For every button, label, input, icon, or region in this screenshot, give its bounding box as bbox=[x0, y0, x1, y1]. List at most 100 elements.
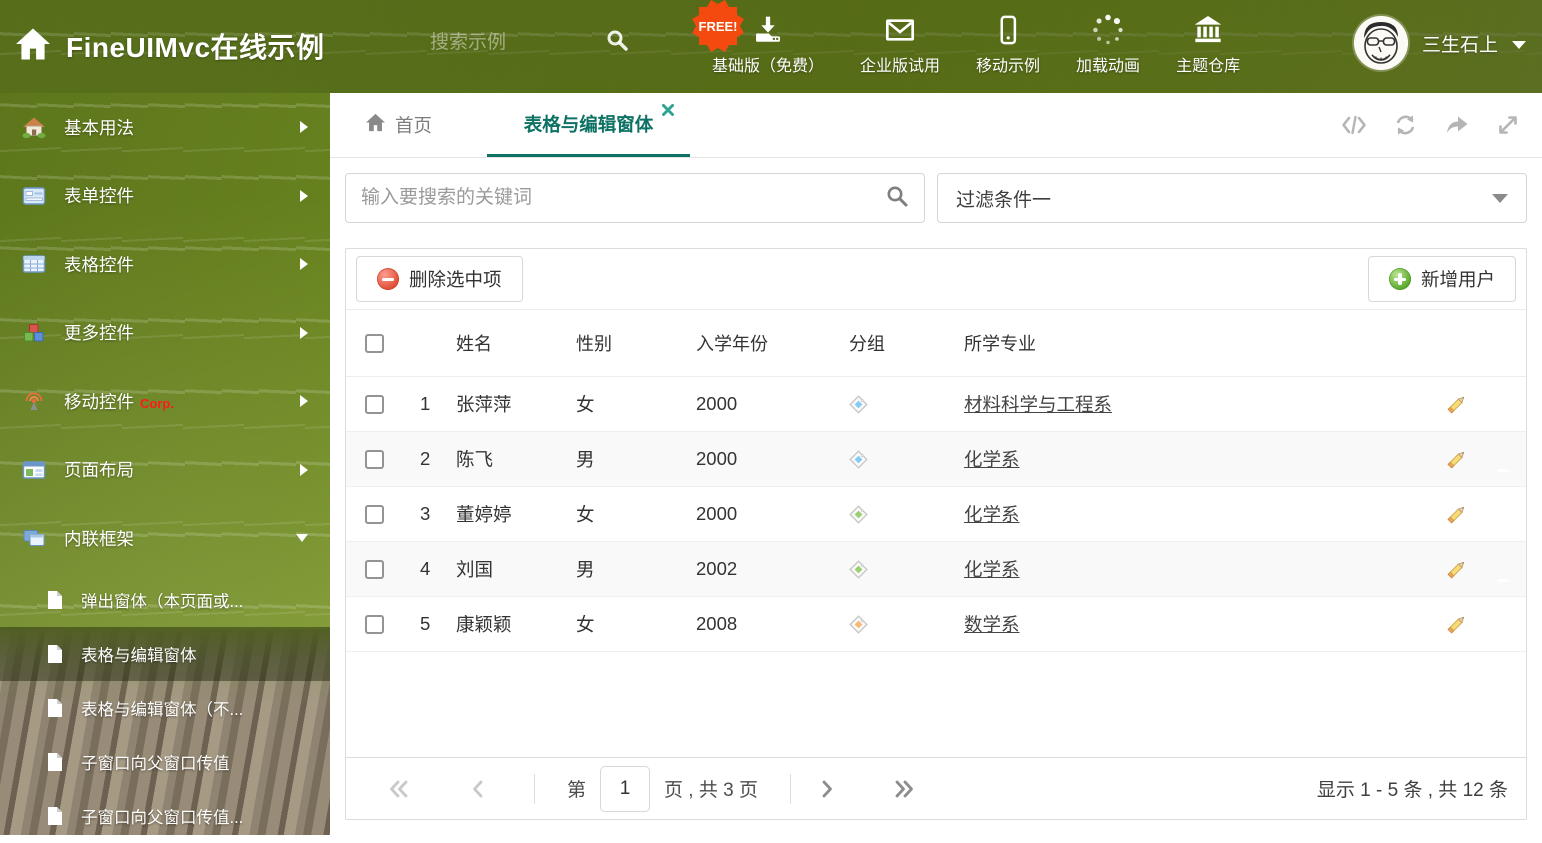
submenu-item-child-to-parent-2[interactable]: 子窗口向父窗口传值... bbox=[0, 789, 330, 843]
file-icon bbox=[45, 698, 65, 718]
file-icon bbox=[45, 644, 65, 664]
bank-icon bbox=[1191, 12, 1225, 46]
tag-icon bbox=[834, 559, 949, 579]
major-link[interactable]: 化学系 bbox=[964, 559, 1020, 580]
minus-circle-icon bbox=[377, 268, 399, 290]
major-link[interactable]: 数学系 bbox=[964, 614, 1020, 635]
edit-pencil-icon[interactable] bbox=[1445, 613, 1468, 636]
sidebar-item-form-controls[interactable]: 表单控件 bbox=[0, 162, 330, 231]
next-page-icon[interactable] bbox=[821, 779, 835, 799]
table-header: 姓名 性别 入学年份 分组 所学专业 bbox=[346, 309, 1526, 377]
frames-icon bbox=[22, 526, 46, 550]
row-checkbox[interactable] bbox=[364, 394, 384, 414]
sidebar-item-grid-controls[interactable]: 表格控件 bbox=[0, 230, 330, 299]
cell-name: 张萍萍 bbox=[456, 394, 512, 415]
mobile-icon bbox=[993, 12, 1023, 46]
nav-item-loading-animations[interactable]: 加载动画 bbox=[1076, 12, 1140, 76]
submenu-item-popup-window[interactable]: 弹出窗体（本页面或... bbox=[0, 573, 330, 627]
prev-page-icon[interactable] bbox=[470, 779, 484, 799]
row-checkbox[interactable] bbox=[364, 449, 384, 469]
keyword-search-box[interactable] bbox=[345, 173, 925, 223]
edit-pencil-icon[interactable] bbox=[1445, 448, 1468, 471]
first-page-icon[interactable] bbox=[388, 779, 410, 799]
open-new-window-icon[interactable] bbox=[1444, 113, 1470, 137]
table-row[interactable]: 1 张萍萍 女 2000 材料科学与工程系 bbox=[346, 377, 1526, 432]
filter-dropdown[interactable]: 过滤条件一 bbox=[937, 173, 1527, 223]
sidebar-submenu: 弹出窗体（本页面或... 表格与编辑窗体 表格与编辑窗体（不... 子窗口向父窗… bbox=[0, 573, 330, 843]
grid-panel: 删除选中项 新增用户 姓名 性别 入学年份 分组 所学专业 1 张萍萍 女 20… bbox=[345, 248, 1527, 820]
nav-item-theme-repository[interactable]: 主题仓库 bbox=[1176, 12, 1240, 76]
pagination-bar: 第 页 , 共 3 页 显示 1 - 5 条 , 共 12 条 bbox=[346, 757, 1526, 819]
submenu-item-label: 表格与编辑窗体 bbox=[81, 646, 197, 665]
header-gender: 性别 bbox=[576, 334, 612, 354]
submenu-item-label: 子窗口向父窗口传值 bbox=[81, 754, 230, 773]
row-number: 4 bbox=[420, 558, 431, 579]
header-nav: FREE! 基础版（免费） 企业版试用 移动示例 加载动画 主题仓库 bbox=[692, 0, 1240, 76]
sidebar-item-iframe[interactable]: 内联框架 bbox=[0, 504, 330, 573]
sidebar-item-label: 表格控件 bbox=[64, 254, 134, 275]
nav-item-mobile-demos[interactable]: 移动示例 bbox=[976, 12, 1040, 76]
delete-selected-button[interactable]: 删除选中项 bbox=[356, 256, 523, 302]
table-empty-space bbox=[346, 652, 1526, 757]
major-link[interactable]: 化学系 bbox=[964, 504, 1020, 525]
nav-item-enterprise-trial[interactable]: 企业版试用 bbox=[860, 12, 940, 76]
spinner-icon bbox=[1092, 12, 1124, 46]
table-row[interactable]: 2 陈飞 男 2000 化学系 bbox=[346, 432, 1526, 487]
nav-label: 加载动画 bbox=[1076, 58, 1141, 75]
page-number-input[interactable] bbox=[600, 765, 651, 812]
record-count-info: 显示 1 - 5 条 , 共 12 条 bbox=[1316, 780, 1508, 801]
sidebar-item-page-layout[interactable]: 页面布局 bbox=[0, 436, 330, 505]
submenu-item-label: 表格与编辑窗体（不... bbox=[81, 700, 244, 719]
chevron-down-icon bbox=[296, 534, 308, 543]
last-page-icon[interactable] bbox=[893, 779, 915, 799]
header-search-input[interactable] bbox=[430, 31, 575, 54]
home-icon bbox=[365, 113, 386, 137]
close-icon[interactable] bbox=[662, 104, 675, 116]
source-code-icon[interactable] bbox=[1341, 113, 1367, 137]
maximize-icon[interactable] bbox=[1496, 113, 1520, 137]
table-row[interactable]: 4 刘国 男 2002 化学系 bbox=[346, 542, 1526, 597]
sidebar-item-basic-usage[interactable]: 基本用法 bbox=[0, 93, 330, 162]
pager-divider bbox=[534, 773, 535, 804]
row-checkbox[interactable] bbox=[364, 559, 384, 579]
header-search[interactable] bbox=[430, 28, 629, 57]
sidebar-item-label: 内联框架 bbox=[64, 528, 134, 549]
submenu-item-grid-edit-window-2[interactable]: 表格与编辑窗体（不... bbox=[0, 681, 330, 735]
edit-pencil-icon[interactable] bbox=[1445, 503, 1468, 526]
search-icon[interactable] bbox=[885, 184, 909, 213]
brand[interactable]: FineUIMvc在线示例 bbox=[14, 26, 325, 66]
user-menu[interactable]: 三生石上 bbox=[1353, 16, 1526, 70]
edit-pencil-icon[interactable] bbox=[1445, 558, 1468, 581]
nav-label: 主题仓库 bbox=[1176, 58, 1241, 75]
row-checkbox[interactable] bbox=[364, 614, 384, 634]
sidebar-item-label: 表单控件 bbox=[64, 186, 134, 207]
page-prefix: 第 bbox=[567, 780, 587, 801]
chevron-right-icon bbox=[300, 258, 308, 271]
sidebar-item-label: 基本用法 bbox=[64, 117, 134, 138]
app-title: FineUIMvc在线示例 bbox=[66, 32, 325, 63]
table-row[interactable]: 5 康颖颖 女 2008 数学系 bbox=[346, 597, 1526, 652]
nav-item-basic-edition[interactable]: FREE! 基础版（免费） bbox=[692, 0, 824, 76]
sidebar-item-more-controls[interactable]: 更多控件 bbox=[0, 299, 330, 368]
avatar[interactable] bbox=[1353, 16, 1408, 70]
sidebar-item-mobile-controls[interactable]: 移动控件 Corp. bbox=[0, 367, 330, 436]
cell-gender: 男 bbox=[576, 559, 595, 580]
submenu-item-grid-edit-window[interactable]: 表格与编辑窗体 bbox=[0, 626, 330, 681]
add-user-button[interactable]: 新增用户 bbox=[1367, 256, 1516, 302]
table-row[interactable]: 3 董婷婷 女 2000 化学系 bbox=[346, 487, 1526, 542]
refresh-icon[interactable] bbox=[1393, 113, 1418, 137]
major-link[interactable]: 化学系 bbox=[964, 449, 1020, 470]
tab-home[interactable]: 首页 bbox=[365, 93, 432, 157]
keyword-search-input[interactable] bbox=[361, 187, 885, 209]
search-icon[interactable] bbox=[605, 28, 629, 57]
chevron-down-icon bbox=[1492, 193, 1508, 203]
select-all-checkbox[interactable] bbox=[364, 333, 384, 353]
row-checkbox[interactable] bbox=[364, 504, 384, 524]
tab-grid-edit-window[interactable]: 表格与编辑窗体 bbox=[487, 93, 691, 157]
submenu-item-child-to-parent[interactable]: 子窗口向父窗口传值 bbox=[0, 735, 330, 789]
tag-icon bbox=[834, 504, 949, 524]
delete-button-label: 删除选中项 bbox=[409, 269, 502, 290]
edit-pencil-icon[interactable] bbox=[1445, 393, 1468, 416]
major-link[interactable]: 材料科学与工程系 bbox=[964, 394, 1112, 415]
main-content: 首页 表格与编辑窗体 输入要搜索的关键词 过滤条件一 删除选中项 新增用户 姓名… bbox=[330, 93, 1542, 835]
